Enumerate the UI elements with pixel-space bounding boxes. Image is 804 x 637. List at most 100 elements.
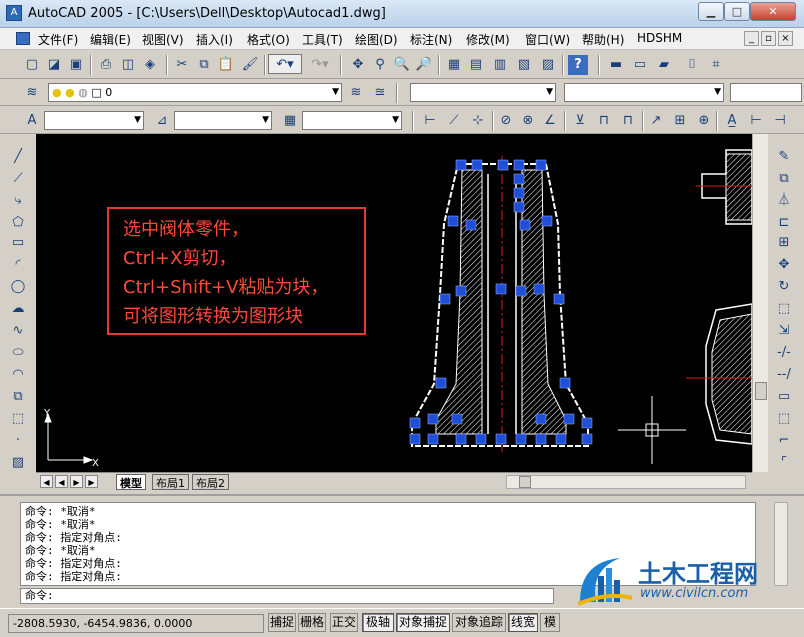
hdshm-tool-1-icon[interactable]: ▬ bbox=[606, 55, 626, 75]
text-style-combo[interactable]: ▼ bbox=[44, 111, 144, 130]
save-icon[interactable]: ▣ bbox=[66, 55, 86, 75]
dimension-edit-icon[interactable]: A̲ bbox=[722, 111, 742, 131]
prev-tab-icon[interactable]: ◀ bbox=[55, 475, 68, 488]
menu-file[interactable]: 文件(F) bbox=[38, 31, 78, 48]
menu-insert[interactable]: 插入(I) bbox=[196, 31, 233, 48]
print-preview-icon[interactable]: ◫ bbox=[118, 55, 138, 75]
close-icon[interactable]: ✕ bbox=[750, 2, 796, 21]
aligned-dimension-icon[interactable]: ⟋ bbox=[444, 111, 464, 131]
angular-dimension-icon[interactable]: ∠ bbox=[540, 111, 560, 131]
tab-model[interactable]: 模型 bbox=[116, 474, 146, 490]
ellipse-arc-icon[interactable]: ◠ bbox=[8, 366, 28, 384]
last-tab-icon[interactable]: ▶ bbox=[85, 475, 98, 488]
layer-previous-icon[interactable]: ≊ bbox=[370, 83, 390, 103]
object-snap-toggle[interactable]: 对象捕捉 bbox=[396, 613, 450, 632]
copy-object-icon[interactable]: ⧉ bbox=[774, 170, 794, 188]
minimize-icon[interactable]: ▁ bbox=[698, 2, 724, 21]
join-icon[interactable]: ⬚ bbox=[774, 410, 794, 428]
circle-icon[interactable]: ◯ bbox=[8, 278, 28, 296]
help-icon[interactable]: ? bbox=[568, 55, 588, 75]
menu-format[interactable]: 格式(O) bbox=[247, 31, 290, 48]
grips[interactable] bbox=[409, 159, 593, 445]
copy-icon[interactable]: ⧉ bbox=[194, 55, 214, 75]
ordinate-dimension-icon[interactable]: ⊹ bbox=[468, 111, 488, 131]
print-icon[interactable]: ⎙ bbox=[96, 55, 116, 75]
make-block-icon[interactable]: ⬚ bbox=[8, 410, 28, 428]
point-icon[interactable]: · bbox=[8, 432, 28, 450]
design-center-icon[interactable]: ▤ bbox=[466, 55, 486, 75]
rotate-icon[interactable]: ↻ bbox=[774, 278, 794, 296]
model-toggle[interactable]: 模 bbox=[540, 613, 560, 632]
scale-icon[interactable]: ⬚ bbox=[774, 300, 794, 318]
redo-icon[interactable]: ↷▾ bbox=[304, 55, 336, 75]
mirror-icon[interactable]: ⏃ bbox=[774, 192, 794, 210]
publish-icon[interactable]: ◈ bbox=[140, 55, 160, 75]
horizontal-scrollbar[interactable] bbox=[506, 475, 746, 489]
offset-icon[interactable]: ⊏ bbox=[774, 214, 794, 232]
menu-view[interactable]: 视图(V) bbox=[142, 31, 184, 48]
color-control-combo[interactable]: ▼ bbox=[410, 83, 556, 102]
vertical-scrollbar[interactable] bbox=[752, 134, 768, 472]
undo-icon[interactable]: ↶▾ bbox=[268, 54, 302, 74]
layer-manager-icon[interactable]: ≋ bbox=[22, 83, 42, 103]
hdshm-tool-3-icon[interactable]: ▰ bbox=[654, 55, 674, 75]
table-style-icon[interactable]: ▦ bbox=[280, 111, 300, 131]
text-style-icon[interactable]: A bbox=[22, 111, 42, 131]
menu-hdshm[interactable]: HDSHM bbox=[637, 31, 682, 45]
hdshm-tool-5-icon[interactable]: ⌗ bbox=[706, 55, 726, 75]
menu-help[interactable]: 帮助(H) bbox=[582, 31, 624, 48]
layer-combo[interactable]: ● ● ◍ □ 0 ▼ bbox=[48, 83, 342, 102]
spline-icon[interactable]: ∿ bbox=[8, 322, 28, 340]
insert-block-icon[interactable]: ⧉ bbox=[8, 388, 28, 406]
sheet-set-icon[interactable]: ▧ bbox=[514, 55, 534, 75]
zoom-window-icon[interactable]: 🔍 bbox=[392, 55, 412, 75]
open-icon[interactable]: ◪ bbox=[44, 55, 64, 75]
properties-icon[interactable]: ▦ bbox=[444, 55, 464, 75]
ortho-toggle[interactable]: 正交 bbox=[330, 613, 358, 632]
tab-layout1[interactable]: 布局1 bbox=[152, 474, 189, 490]
hdshm-tool-2-icon[interactable]: ▭ bbox=[630, 55, 650, 75]
scroll-thumb[interactable] bbox=[755, 382, 767, 400]
cut-icon[interactable]: ✂ bbox=[172, 55, 192, 75]
autocad-icon[interactable]: A bbox=[6, 5, 22, 21]
linetype-control-combo[interactable]: ▼ bbox=[564, 83, 724, 102]
linear-dimension-icon[interactable]: ⊢ bbox=[420, 111, 440, 131]
menu-tools[interactable]: 工具(T) bbox=[302, 31, 343, 48]
lineweight-toggle[interactable]: 线宽 bbox=[508, 613, 538, 632]
construction-line-icon[interactable]: ⟋ bbox=[8, 170, 28, 188]
ellipse-icon[interactable]: ⬭ bbox=[8, 344, 28, 362]
tool-palettes-icon[interactable]: ▥ bbox=[490, 55, 510, 75]
next-tab-icon[interactable]: ▶ bbox=[70, 475, 83, 488]
markup-icon[interactable]: ▨ bbox=[538, 55, 558, 75]
document-icon[interactable] bbox=[16, 32, 30, 45]
tolerance-icon[interactable]: ⊞ bbox=[670, 111, 690, 131]
zoom-previous-icon[interactable]: 🔎 bbox=[414, 55, 434, 75]
command-input[interactable]: 命令: bbox=[20, 588, 554, 604]
table-style-combo[interactable]: ▼ bbox=[302, 111, 402, 130]
polyline-icon[interactable]: ⤷ bbox=[8, 192, 28, 210]
zoom-realtime-icon[interactable]: ⚲ bbox=[370, 55, 390, 75]
erase-icon[interactable]: ✎ bbox=[774, 148, 794, 166]
trim-icon[interactable]: -/- bbox=[774, 344, 794, 362]
hdshm-tool-4-icon[interactable]: ⌷ bbox=[682, 55, 702, 75]
chamfer-icon[interactable]: ⌐ bbox=[774, 432, 794, 450]
quick-dimension-icon[interactable]: ⊻ bbox=[570, 111, 590, 131]
dimension-style-combo[interactable]: ▼ bbox=[174, 111, 272, 130]
maximize-icon[interactable]: □ bbox=[724, 2, 750, 21]
fillet-icon[interactable]: ⌜ bbox=[774, 454, 794, 472]
extend-icon[interactable]: --/ bbox=[774, 366, 794, 384]
revision-cloud-icon[interactable]: ☁ bbox=[8, 300, 28, 318]
leader-icon[interactable]: ↗ bbox=[646, 111, 666, 131]
dimension-update-icon[interactable]: ⊣ bbox=[770, 111, 790, 131]
doc-close-icon[interactable]: × bbox=[778, 31, 793, 46]
menu-modify[interactable]: 修改(M) bbox=[466, 31, 510, 48]
lineweight-control-combo[interactable] bbox=[730, 83, 802, 102]
grid-toggle[interactable]: 栅格 bbox=[298, 613, 326, 632]
menu-edit[interactable]: 编辑(E) bbox=[90, 31, 131, 48]
break-icon[interactable]: ▭ bbox=[774, 388, 794, 406]
paste-icon[interactable]: 📋 bbox=[216, 55, 236, 75]
line-icon[interactable]: ╱ bbox=[8, 148, 28, 166]
baseline-dimension-icon[interactable]: ⊓ bbox=[594, 111, 614, 131]
horizontal-scroll-thumb[interactable] bbox=[519, 476, 531, 488]
tab-layout2[interactable]: 布局2 bbox=[192, 474, 229, 490]
